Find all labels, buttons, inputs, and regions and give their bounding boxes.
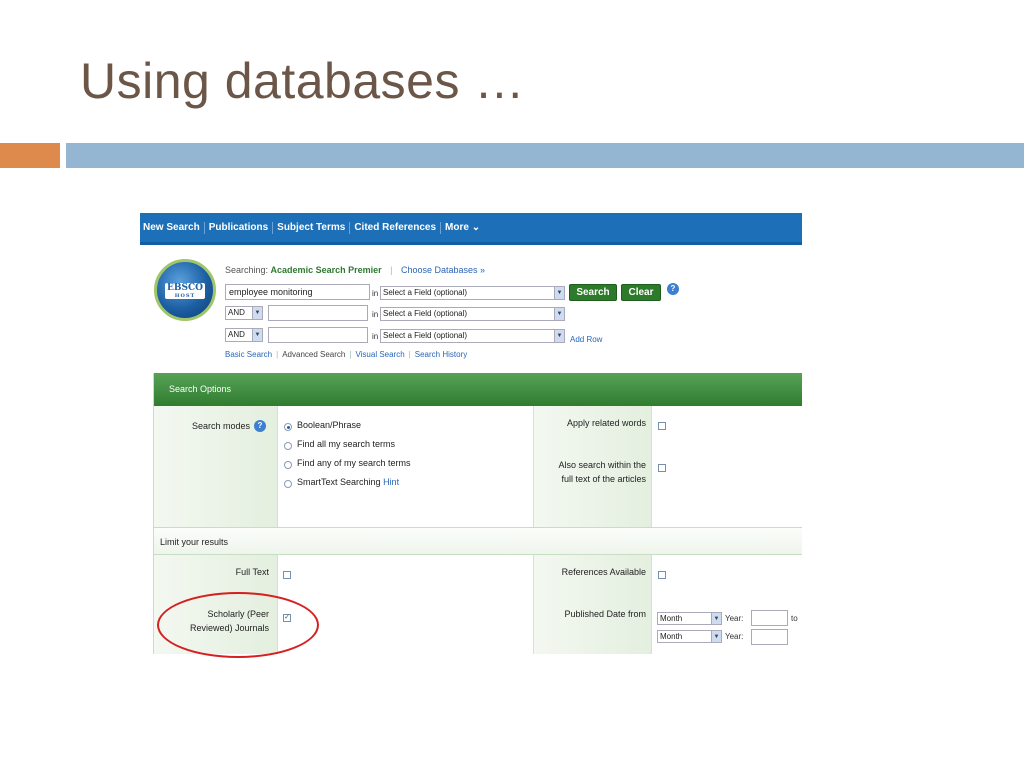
search-input-1[interactable]: employee monitoring	[225, 284, 370, 300]
mode-find-any-label: Find any of my search terms	[297, 458, 411, 468]
month-from-value: Month	[660, 614, 683, 623]
chevron-down-icon: ▼	[252, 307, 262, 319]
chevron-down-icon: ▼	[554, 308, 564, 320]
ebsco-host-logo: EBSCO HOST	[154, 259, 216, 321]
to-label: to	[791, 614, 798, 623]
searching-line: Searching: Academic Search Premier | Cho…	[225, 265, 486, 275]
search-button[interactable]: Search	[569, 284, 617, 301]
mode-boolean-label: Boolean/Phrase	[297, 420, 362, 430]
mode-find-all-label: Find all my search terms	[297, 439, 396, 449]
hint-link[interactable]: Hint	[383, 477, 399, 487]
nav-more[interactable]: More ⌄	[441, 222, 484, 234]
limit-results-header[interactable]: Limit your results	[154, 527, 802, 555]
field-select-3[interactable]: Select a Field (optional) ▼	[380, 329, 565, 343]
references-available-checkbox[interactable]	[658, 571, 666, 579]
mode-smarttext-radio[interactable]	[284, 480, 292, 488]
help-icon[interactable]: ?	[667, 283, 679, 295]
boolean-operator-3[interactable]: AND ▼	[225, 328, 263, 342]
in-label-3: in	[372, 332, 379, 341]
orange-accent-band	[0, 143, 60, 168]
choose-databases-link[interactable]: Choose Databases »	[401, 265, 485, 275]
published-date-label: Published Date from	[564, 609, 646, 619]
also-search-fulltext-checkbox[interactable]	[658, 464, 666, 472]
published-month-to[interactable]: Month ▼	[657, 630, 722, 643]
nav-publications[interactable]: Publications	[205, 221, 274, 234]
search-input-2[interactable]	[268, 305, 368, 321]
search-modes-label: Search modes	[191, 421, 250, 431]
search-type-links: Basic Search | Advanced Search | Visual Sear…	[225, 350, 468, 359]
nav-cited-references[interactable]: Cited References	[350, 221, 442, 234]
year-from-input[interactable]	[751, 610, 788, 626]
published-month-from[interactable]: Month ▼	[657, 612, 722, 625]
field-select-3-value: Select a Field (optional)	[383, 331, 468, 340]
chevron-down-icon: ▼	[711, 613, 721, 624]
mode-smarttext-label: SmartText Searching Hint	[297, 477, 400, 487]
in-label-2: in	[372, 310, 379, 319]
chevron-down-icon: ▼	[554, 330, 564, 342]
month-to-value: Month	[660, 632, 683, 641]
boolean-operator-2[interactable]: AND ▼	[225, 306, 263, 320]
apply-related-words-label: Apply related words	[566, 418, 646, 428]
field-select-1[interactable]: Select a Field (optional) ▼	[380, 286, 565, 300]
references-available-label: References Available	[561, 567, 646, 577]
highlight-circle	[157, 592, 319, 658]
also-search-label-2: full text of the articles	[561, 474, 646, 484]
search-history-link[interactable]: Search History	[415, 350, 467, 359]
add-row-link[interactable]: Add Row	[570, 335, 602, 344]
mode-boolean-radio[interactable]	[284, 423, 292, 431]
database-name: Academic Search Premier	[270, 265, 382, 275]
chevron-down-icon: ▼	[554, 287, 564, 299]
mode-find-all-radio[interactable]	[284, 442, 292, 450]
nav-new-search[interactable]: New Search	[140, 221, 205, 234]
help-icon[interactable]: ?	[254, 420, 266, 432]
basic-search-link[interactable]: Basic Search	[225, 350, 272, 359]
apply-related-words-checkbox[interactable]	[658, 422, 666, 430]
blue-accent-band	[66, 143, 1024, 168]
ebsco-screenshot: New Search Publications Subject Terms Ci…	[140, 213, 802, 654]
advanced-search-link[interactable]: Advanced Search	[282, 350, 345, 359]
clear-button[interactable]: Clear	[621, 284, 661, 301]
in-label-1: in	[372, 289, 379, 298]
top-navigation: New Search Publications Subject Terms Ci…	[140, 213, 802, 245]
nav-subject-terms[interactable]: Subject Terms	[273, 221, 351, 234]
chevron-down-icon: ▼	[711, 631, 721, 642]
search-input-3[interactable]	[268, 327, 368, 343]
search-options-header[interactable]: Search Options	[154, 373, 802, 406]
mode-find-any-radio[interactable]	[284, 461, 292, 469]
logo-subtext: HOST	[174, 293, 196, 299]
logo-text: EBSCO	[167, 283, 203, 293]
year-to-input[interactable]	[751, 629, 788, 645]
slide-title: Using databases …	[80, 53, 525, 109]
searching-label: Searching:	[225, 265, 269, 275]
full-text-label: Full Text	[235, 567, 269, 577]
field-select-1-value: Select a Field (optional)	[383, 288, 468, 297]
field-select-2[interactable]: Select a Field (optional) ▼	[380, 307, 565, 321]
operator-3-value: AND	[228, 330, 245, 339]
field-select-2-value: Select a Field (optional)	[383, 309, 468, 318]
operator-2-value: AND	[228, 308, 245, 317]
also-search-label-1: Also search within the	[558, 460, 646, 470]
full-text-checkbox[interactable]	[283, 571, 291, 579]
year-from-label: Year:	[725, 614, 744, 623]
year-to-label: Year:	[725, 632, 744, 641]
visual-search-link[interactable]: Visual Search	[355, 350, 404, 359]
logo-text-box: EBSCO HOST	[165, 283, 205, 299]
chevron-down-icon: ▼	[252, 329, 262, 341]
